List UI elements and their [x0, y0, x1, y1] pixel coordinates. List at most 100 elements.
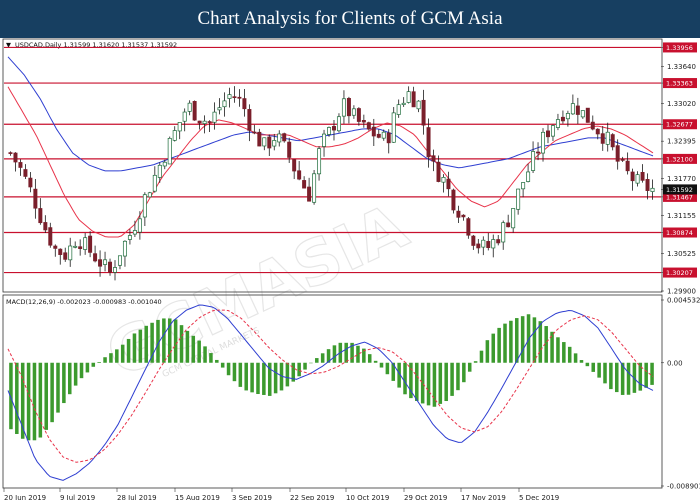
candle-body — [461, 214, 466, 218]
page-title: Chart Analysis for Clients of GCM Asia — [197, 8, 503, 29]
candle-body — [615, 145, 620, 162]
candle-body — [585, 107, 590, 123]
time-tick-label: 22 Sep 2019 — [290, 494, 334, 500]
macd-histogram-bar — [650, 362, 654, 385]
candle-body — [531, 151, 536, 171]
candle-body — [486, 241, 491, 248]
candle-body — [336, 116, 341, 132]
macd-histogram-bar — [573, 353, 578, 363]
candle-body — [192, 100, 197, 121]
macd-histogram-bar — [138, 329, 143, 363]
candle-body — [565, 113, 570, 120]
macd-histogram-bar — [503, 323, 507, 363]
candle-body — [580, 110, 585, 118]
macd-histogram-bar — [591, 362, 596, 372]
candle-body — [650, 187, 655, 192]
macd-histogram-bar — [462, 362, 466, 383]
candle-body — [252, 131, 257, 134]
candle-body — [645, 179, 650, 191]
chart-area: GCMASIA GCM CAPITAL MARKETS ▼ USDCAD,Dai… — [0, 38, 700, 500]
macd-histogram-bar — [115, 349, 119, 363]
candle-body — [541, 131, 546, 154]
macd-histogram-bar — [609, 362, 613, 390]
candle-body — [456, 210, 461, 218]
macd-histogram-bar — [585, 362, 590, 367]
macd-histogram-bar — [626, 362, 631, 395]
candle-body — [625, 160, 630, 172]
macd-histogram-bar — [526, 314, 531, 363]
candle-body — [172, 130, 177, 141]
candle-body — [630, 171, 635, 182]
candle-body — [83, 237, 88, 250]
macd-histogram-bar — [285, 362, 290, 387]
candle-body — [23, 169, 28, 177]
macd-histogram-bar — [344, 342, 348, 363]
macd-histogram-bar — [185, 330, 190, 363]
candle-body — [595, 128, 600, 135]
macd-histogram-bar — [50, 362, 54, 423]
macd-histogram-bar — [309, 362, 313, 364]
candle-body — [391, 112, 396, 143]
candle-body — [277, 133, 282, 143]
candle-body — [292, 159, 297, 172]
candle-body — [103, 259, 108, 265]
candle-body — [406, 91, 411, 103]
candle-body — [73, 245, 78, 248]
level-label: 1.32100 — [666, 155, 693, 163]
macd-histogram-bar — [132, 333, 137, 363]
candle-body — [516, 188, 521, 210]
header-bar: Chart Analysis for Clients of GCM Asia — [0, 0, 700, 38]
candle-body — [361, 120, 366, 123]
candle-body — [511, 208, 516, 229]
time-tick-label: 10 Oct 2019 — [346, 494, 389, 500]
candle-body — [381, 131, 386, 139]
macd-histogram-bar — [209, 353, 213, 363]
candle-body — [78, 246, 83, 249]
candle-body — [570, 103, 575, 115]
macd-histogram-bar — [232, 362, 237, 382]
price-chart-svg[interactable]: GCMASIA GCM CAPITAL MARKETS ▼ USDCAD,Dai… — [0, 38, 700, 500]
level-label: 1.30207 — [666, 269, 693, 277]
macd-histogram-bar — [473, 361, 478, 363]
candle-body — [63, 252, 68, 260]
macd-histogram-bar — [438, 362, 443, 404]
macd-histogram-bar — [244, 362, 248, 391]
candle-body — [307, 186, 312, 202]
candle-body — [117, 255, 122, 266]
time-tick-label: 17 Nov 2019 — [461, 494, 506, 500]
candle-body — [28, 177, 33, 188]
candle-body — [396, 104, 401, 115]
candle-body — [346, 98, 351, 117]
level-label: 1.33363 — [666, 80, 693, 88]
candle-body — [113, 267, 117, 273]
macd-histogram-bar — [109, 353, 113, 363]
macd-histogram-bar — [215, 359, 219, 363]
candle-body — [560, 116, 565, 122]
candle-body — [237, 96, 242, 99]
candle-body — [605, 131, 610, 145]
macd-histogram-bar — [38, 362, 43, 438]
macd-tick-label: 0.004532 — [667, 297, 700, 305]
macd-histogram-bar — [173, 319, 178, 363]
candle-body — [312, 173, 317, 203]
candle-body — [227, 94, 232, 99]
candle-body — [351, 108, 356, 116]
macd-histogram-bar — [191, 335, 196, 363]
candle-body — [98, 259, 103, 267]
candle-body — [366, 122, 371, 130]
candle-body — [341, 98, 346, 117]
candle-body — [501, 222, 506, 243]
candle-body — [371, 126, 376, 137]
candle-body — [635, 174, 640, 184]
macd-histogram-bar — [297, 362, 301, 377]
candle-body — [33, 188, 38, 209]
level-label: 1.33956 — [666, 44, 693, 52]
macd-histogram-bar — [315, 358, 319, 363]
candle-body — [297, 170, 302, 180]
macd-histogram-bar — [420, 362, 425, 404]
time-tick-label: 20 Jun 2019 — [4, 494, 46, 500]
candle-body — [157, 164, 162, 178]
macd-histogram-bar — [197, 340, 201, 363]
candle-body — [262, 137, 267, 147]
macd-histogram-bar — [44, 362, 48, 430]
